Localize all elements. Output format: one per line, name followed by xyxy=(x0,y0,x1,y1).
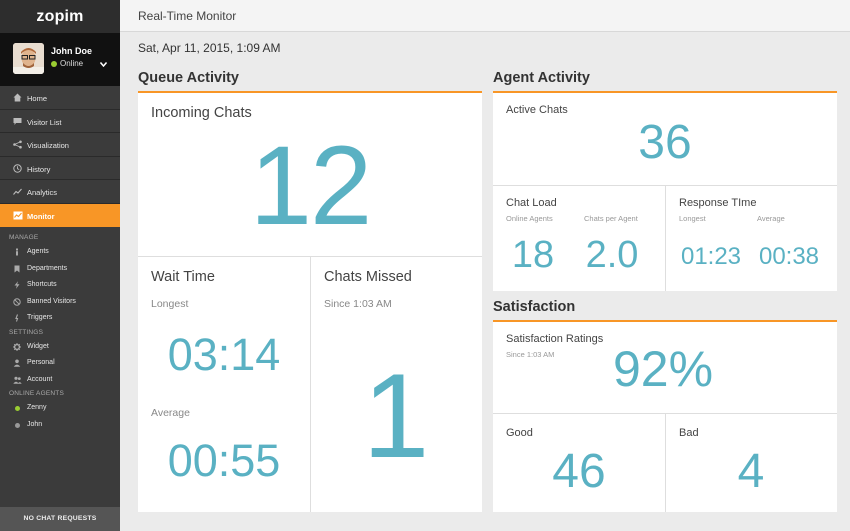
status-dot-icon xyxy=(13,404,21,412)
response-average-label: Average xyxy=(757,214,785,223)
network-icon xyxy=(13,140,22,149)
chats-missed-value: 1 xyxy=(362,349,430,483)
response-longest-value: 01:23 xyxy=(680,243,742,270)
online-agent-zenny[interactable]: Zenny xyxy=(0,400,120,417)
sidebar-item-label: Monitor xyxy=(27,211,55,221)
sidebar-item-visualization[interactable]: Visualization xyxy=(0,133,120,157)
clock-icon xyxy=(13,163,22,173)
sidebar-item-label: Triggers xyxy=(27,314,53,321)
sidebar-item-label: Widget xyxy=(27,342,49,350)
chats-per-agent-value: 2.0 xyxy=(585,234,639,276)
app-logo[interactable]: zopim xyxy=(0,0,120,33)
wait-average-label: Average xyxy=(151,407,190,419)
trend-icon xyxy=(13,187,22,196)
wait-time-label: Wait Time xyxy=(151,269,215,285)
online-agent-label: John xyxy=(27,420,43,428)
trigger-icon xyxy=(13,314,21,322)
sidebar-item-account[interactable]: Account xyxy=(0,372,120,389)
satisfaction-ratings-value: 92% xyxy=(612,341,714,397)
section-heading-online-agents: ONLINE AGENTS xyxy=(9,390,64,397)
user-name: John Doe xyxy=(51,46,93,56)
satisfaction-since: Since 1:03 AM xyxy=(506,350,555,359)
online-agent-label: Zenny xyxy=(27,404,47,411)
sidebar-item-widget[interactable]: Widget xyxy=(0,339,120,356)
user-menu[interactable]: John Doe Online xyxy=(0,33,120,86)
section-heading-settings: SETTINGS xyxy=(9,328,44,336)
user-status[interactable]: Online xyxy=(51,59,83,68)
response-average-value: 00:38 xyxy=(758,243,820,270)
chevron-down-icon[interactable] xyxy=(99,60,108,69)
ban-icon xyxy=(13,297,21,306)
wait-longest-value: 03:14 xyxy=(167,329,281,380)
sidebar-item-triggers[interactable]: Triggers xyxy=(0,310,120,327)
sidebar-item-label: Agents xyxy=(27,248,49,255)
sidebar-item-history[interactable]: History xyxy=(0,157,120,180)
bad-label: Bad xyxy=(679,427,699,439)
chats-missed-since: Since 1:03 AM xyxy=(324,298,392,310)
sidebar-item-label: Shortcuts xyxy=(27,281,57,288)
person-icon xyxy=(13,248,21,256)
sidebar-item-monitor[interactable]: Monitor xyxy=(0,203,120,227)
sidebar-item-label: Visualization xyxy=(27,141,69,150)
lightning-icon xyxy=(13,281,21,289)
sidebar-item-home[interactable]: Home xyxy=(0,86,120,110)
sidebar: zopim John Doe Online Home Visitor List xyxy=(0,0,120,531)
sidebar-item-personal[interactable]: Personal xyxy=(0,355,120,372)
sidebar-item-agents[interactable]: Agents xyxy=(0,244,120,261)
incoming-chats-value: 12 xyxy=(249,123,373,248)
agent-activity-panel: Active Chats 36 Chat Load Online Agents … xyxy=(493,93,837,291)
sidebar-item-label: Banned Visitors xyxy=(27,297,76,305)
online-agents-label: Online Agents xyxy=(506,214,553,223)
avatar xyxy=(13,43,44,74)
satisfaction-title: Satisfaction xyxy=(493,299,576,315)
good-value: 46 xyxy=(552,445,606,498)
chat-load-label: Chat Load xyxy=(506,197,557,209)
wait-average-value: 00:55 xyxy=(167,435,281,486)
sidebar-item-shortcuts[interactable]: Shortcuts xyxy=(0,277,120,294)
person-icon xyxy=(13,359,21,367)
chats-per-agent-label: Chats per Agent xyxy=(584,214,638,223)
queue-activity-title: Queue Activity xyxy=(138,70,239,86)
satisfaction-panel: Satisfaction Ratings Since 1:03 AM 92% G… xyxy=(493,322,837,512)
online-status-dot xyxy=(51,61,57,67)
sidebar-item-label: Home xyxy=(27,94,48,103)
monitor-icon xyxy=(13,211,23,220)
active-chats-value: 36 xyxy=(638,116,692,169)
current-datetime: Sat, Apr 11, 2015, 1:09 AM xyxy=(138,41,281,55)
sidebar-item-departments[interactable]: Departments xyxy=(0,261,120,278)
gear-icon xyxy=(13,342,21,351)
chats-missed-label: Chats Missed xyxy=(324,269,412,285)
chat-request-status[interactable]: NO CHAT REQUESTS xyxy=(0,507,120,531)
user-status-label: Online xyxy=(60,59,84,68)
online-agent-john[interactable]: John xyxy=(0,417,120,434)
queue-activity-panel: Incoming Chats 12 Wait Time Longest 03:1… xyxy=(138,93,482,512)
good-label: Good xyxy=(506,427,533,439)
sidebar-item-visitor-list[interactable]: Visitor List xyxy=(0,110,120,133)
header-bar: Real-Time Monitor xyxy=(120,0,850,32)
sidebar-item-label: Analytics xyxy=(27,188,58,197)
sidebar-item-label: Account xyxy=(27,375,53,383)
page-title: Real-Time Monitor xyxy=(138,9,237,23)
sidebar-item-label: Personal xyxy=(27,359,55,366)
chat-bubble-icon xyxy=(13,117,22,126)
response-longest-label: Longest xyxy=(679,214,706,223)
section-heading-manage: MANAGE xyxy=(9,234,39,241)
bad-value: 4 xyxy=(737,445,765,498)
home-icon xyxy=(13,93,22,102)
sidebar-item-analytics[interactable]: Analytics xyxy=(0,180,120,204)
panel-divider xyxy=(665,185,666,291)
people-icon xyxy=(13,376,22,384)
sidebar-item-label: History xyxy=(27,164,51,174)
agent-activity-title: Agent Activity xyxy=(493,70,590,86)
sidebar-item-banned-visitors[interactable]: Banned Visitors xyxy=(0,294,120,311)
status-dot-icon xyxy=(13,421,21,429)
bookmark-icon xyxy=(13,265,21,273)
sidebar-item-label: Departments xyxy=(27,264,68,272)
incoming-chats-label: Incoming Chats xyxy=(151,105,252,121)
online-agents-value: 18 xyxy=(511,234,555,276)
response-time-label: Response TIme xyxy=(679,197,757,209)
wait-longest-label: Longest xyxy=(151,298,189,310)
sidebar-item-label: Visitor List xyxy=(27,117,62,127)
